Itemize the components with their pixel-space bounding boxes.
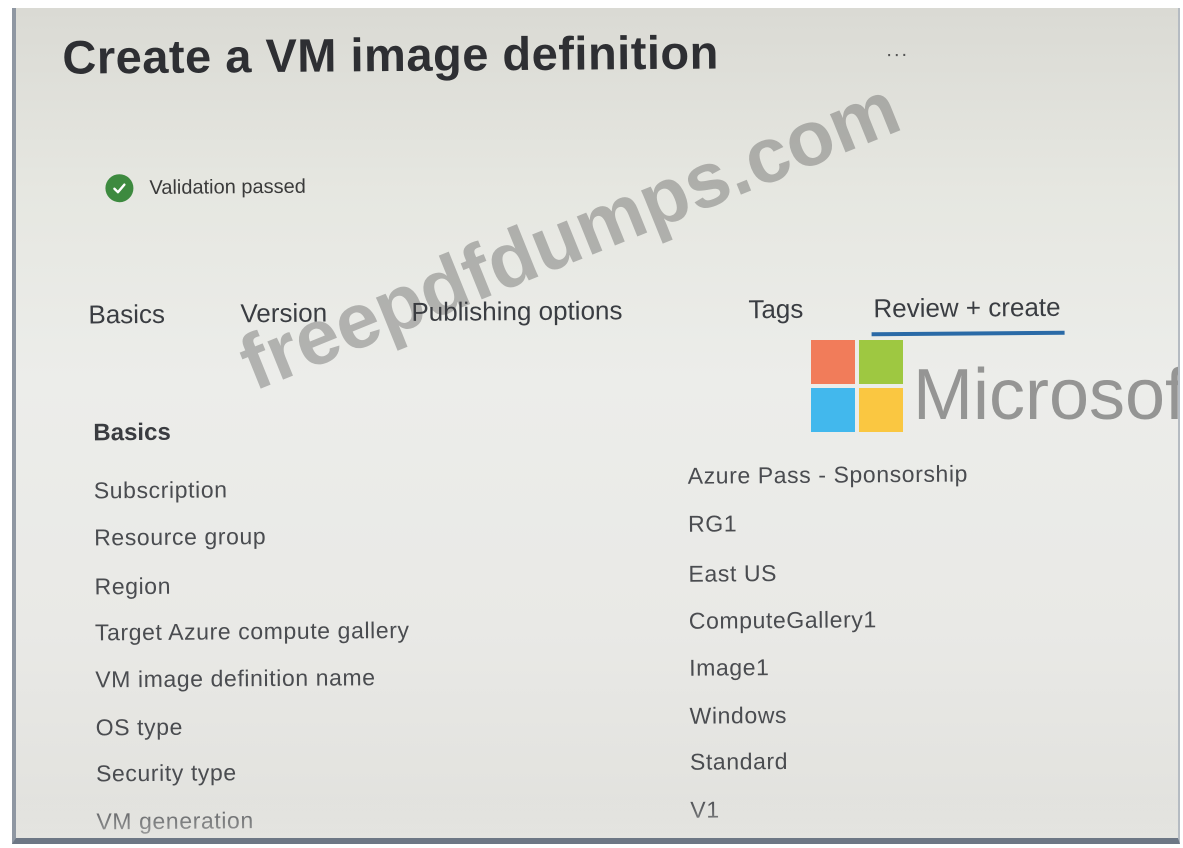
field-value-target-gallery: ComputeGallery1	[688, 606, 877, 634]
field-value-image-definition-name: Image1	[689, 654, 770, 681]
field-label-os-type: OS type	[95, 713, 184, 741]
field-label-resource-group: Resource group	[94, 523, 267, 551]
field-label-vm-generation: VM generation	[96, 807, 254, 835]
tab-publishing-options[interactable]: Publishing options	[411, 295, 622, 328]
section-title-basics: Basics	[93, 418, 171, 447]
field-value-subscription: Azure Pass - Sponsorship	[687, 460, 969, 489]
wizard-tabs: Basics Version Publishing options Tags R…	[88, 291, 1138, 349]
tab-version[interactable]: Version	[240, 298, 327, 330]
field-label-region: Region	[94, 572, 172, 600]
tab-review-create[interactable]: Review + create	[873, 292, 1060, 324]
blade-content: Create a VM image definition ... Validat…	[16, 8, 1178, 838]
field-value-os-type: Windows	[689, 701, 788, 729]
field-label-subscription: Subscription	[93, 476, 228, 504]
field-label-target-gallery: Target Azure compute gallery	[94, 616, 410, 646]
field-value-region: East US	[688, 560, 778, 587]
field-label-security-type: Security type	[95, 759, 237, 787]
field-value-vm-generation: V1	[690, 796, 720, 823]
tab-basics[interactable]: Basics	[88, 299, 165, 331]
field-value-security-type: Standard	[689, 747, 789, 775]
page-title: Create a VM image definition	[62, 25, 720, 84]
field-label-image-definition-name: VM image definition name	[95, 664, 376, 693]
screenshot-frame: Create a VM image definition ... Validat…	[12, 8, 1180, 844]
tab-tags[interactable]: Tags	[748, 294, 803, 325]
validation-banner: Validation passed	[105, 173, 306, 203]
validation-status-text: Validation passed	[149, 175, 306, 199]
checkmark-icon	[105, 174, 134, 203]
more-options-button[interactable]: ...	[886, 39, 909, 62]
field-value-resource-group: RG1	[687, 510, 738, 537]
